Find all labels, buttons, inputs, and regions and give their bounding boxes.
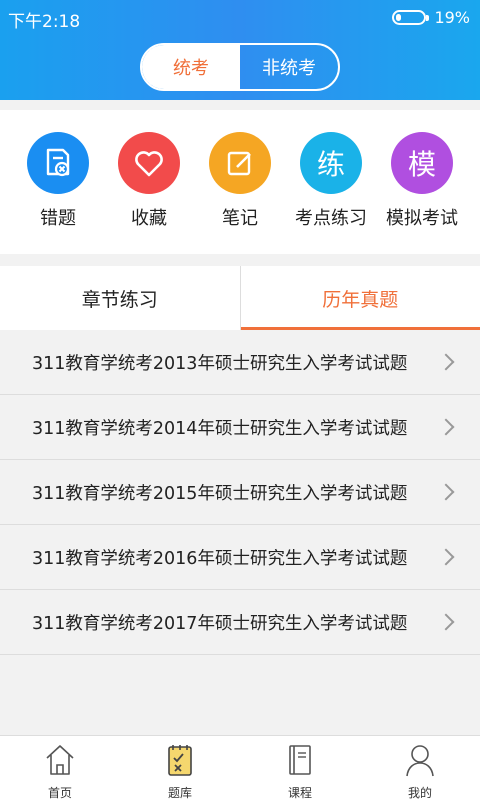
list-item[interactable]: 311教育学统考2013年硕士研究生入学考试试题: [0, 330, 480, 395]
heart-icon: [118, 132, 180, 194]
quick-actions: 错题 收藏 笔记 练 考点练习 模 模拟考试: [0, 110, 480, 254]
nav-label: 题库: [167, 786, 192, 800]
practice-tabs: 章节练习 历年真题: [0, 266, 480, 330]
question-bank-icon: [164, 743, 196, 781]
quick-action-wrong-questions[interactable]: 错题: [10, 132, 106, 230]
list-item-title: 311教育学统考2015年硕士研究生入学考试试题: [32, 483, 408, 504]
list-item[interactable]: 311教育学统考2015年硕士研究生入学考试试题: [0, 460, 480, 525]
battery-icon: [392, 10, 430, 25]
list-item-title: 311教育学统考2017年硕士研究生入学考试试题: [32, 613, 408, 634]
chevron-right-icon: [437, 418, 455, 436]
nav-courses[interactable]: 课程: [240, 736, 360, 800]
list-item-title: 311教育学统考2013年硕士研究生入学考试试题: [32, 353, 408, 374]
quick-action-practice[interactable]: 练 考点练习: [283, 132, 379, 230]
mock-exam-icon: 模: [391, 132, 453, 194]
quick-action-label: 错题: [40, 208, 76, 229]
battery-level: [396, 14, 402, 21]
quick-action-favorites[interactable]: 收藏: [101, 132, 197, 230]
quick-action-notes[interactable]: 笔记: [192, 132, 288, 230]
exam-type-toggle: 统考 非统考: [140, 43, 340, 91]
chevron-right-icon: [437, 483, 455, 501]
tab-chapter-practice[interactable]: 章节练习: [0, 266, 241, 330]
status-bar: 下午2:18 19%: [0, 0, 480, 36]
quick-action-mock-exam[interactable]: 模 模拟考试: [374, 132, 470, 230]
list-item[interactable]: 311教育学统考2017年硕士研究生入学考试试题: [0, 590, 480, 655]
practice-icon: 练: [300, 132, 362, 194]
nav-question-bank[interactable]: 题库: [120, 736, 240, 800]
note-edit-icon: [209, 132, 271, 194]
header: 下午2:18 19% 统考 非统考: [0, 0, 480, 100]
nav-label: 我的: [407, 786, 432, 800]
nav-home[interactable]: 首页: [0, 736, 120, 800]
nav-label: 课程: [287, 786, 312, 800]
list-item[interactable]: 311教育学统考2014年硕士研究生入学考试试题: [0, 395, 480, 460]
status-right: 19%: [392, 8, 470, 27]
nav-label: 首页: [47, 786, 72, 800]
chevron-right-icon: [437, 548, 455, 566]
home-icon: [44, 743, 76, 781]
wrong-question-icon: [27, 132, 89, 194]
nav-profile[interactable]: 我的: [360, 736, 480, 800]
chevron-right-icon: [437, 613, 455, 631]
segment-unified-exam[interactable]: 统考: [142, 45, 240, 89]
chevron-right-icon: [437, 353, 455, 371]
quick-action-label: 模拟考试: [386, 208, 458, 229]
quick-action-label: 笔记: [222, 208, 258, 229]
bottom-navigation: 首页 题库 课程 我的: [0, 735, 480, 800]
quick-action-label: 考点练习: [295, 208, 367, 229]
quick-action-label: 收藏: [131, 208, 167, 229]
profile-icon: [404, 743, 436, 781]
status-time: 下午2:18: [8, 12, 81, 32]
list-item[interactable]: 311教育学统考2016年硕士研究生入学考试试题: [0, 525, 480, 590]
tab-past-exams[interactable]: 历年真题: [240, 266, 480, 330]
segment-non-unified-exam[interactable]: 非统考: [240, 45, 338, 89]
list-item-title: 311教育学统考2016年硕士研究生入学考试试题: [32, 548, 408, 569]
exam-list: 311教育学统考2013年硕士研究生入学考试试题 311教育学统考2014年硕士…: [0, 330, 480, 655]
list-item-title: 311教育学统考2014年硕士研究生入学考试试题: [32, 418, 408, 439]
battery-percent: 19%: [434, 8, 470, 27]
course-book-icon: [284, 743, 316, 781]
